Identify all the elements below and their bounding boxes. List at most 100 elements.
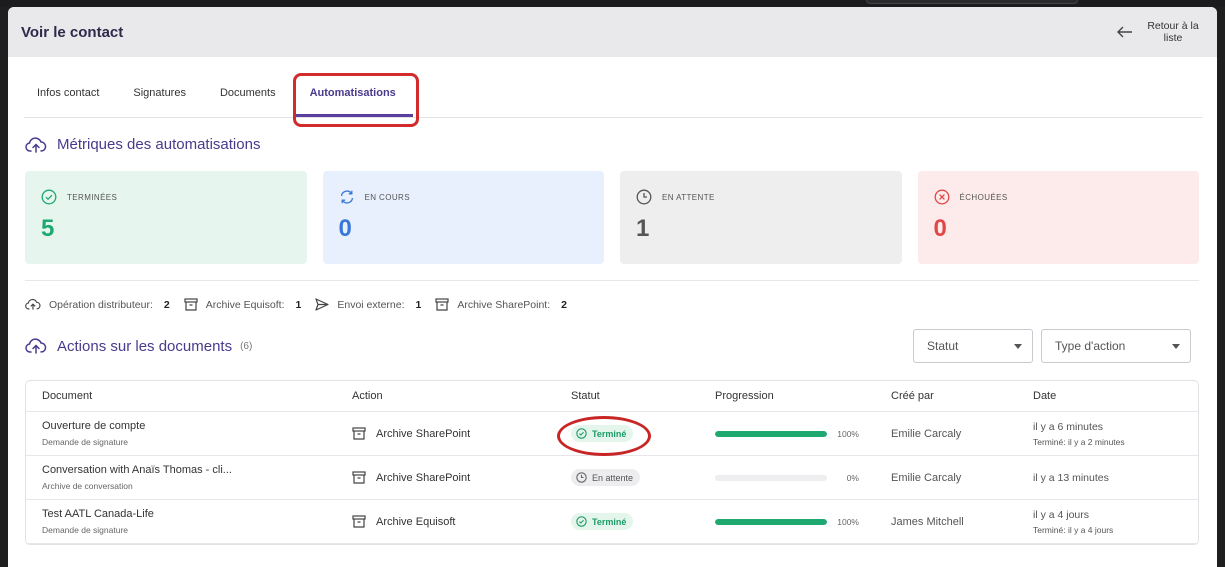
metric-card-pending: EN ATTENTE 1: [620, 171, 902, 264]
actions-section-title: Actions sur les documents (6): [25, 338, 252, 355]
col-header-progress[interactable]: Progression: [699, 390, 875, 402]
op-count: 2: [163, 298, 170, 311]
status-label: En attente: [592, 472, 634, 483]
op-label: Envoi externe:: [337, 298, 405, 311]
date: il y a 13 minutes: [1033, 471, 1109, 484]
metric-card-in-progress: EN COURS 0: [322, 171, 604, 264]
metric-label: EN COURS: [364, 192, 410, 202]
archive-icon: [352, 515, 366, 528]
divider: [25, 280, 1199, 281]
arrow-left-icon: [1117, 26, 1133, 38]
metric-label: TERMINÉES: [67, 192, 118, 202]
metrics-title: Métriques des automatisations: [57, 136, 261, 153]
progress-fill: [715, 518, 827, 525]
actions-count: (6): [240, 340, 253, 352]
tab-highlight-annotation: [293, 73, 419, 127]
action-type-filter-select[interactable]: Type d'action: [1041, 329, 1191, 363]
action-label: Archive Equisoft: [376, 515, 456, 528]
created-by: James Mitchell: [891, 515, 964, 528]
col-header-status[interactable]: Statut: [555, 390, 699, 402]
contact-window: Voir le contact Retour à la liste Infos …: [8, 7, 1217, 567]
archive-icon: [352, 427, 366, 440]
metric-value: 1: [636, 215, 650, 242]
back-label: Retour à la liste: [1147, 20, 1199, 44]
progress-label: 100%: [837, 516, 859, 527]
actions-header: Actions sur les documents (6) Statut Typ…: [8, 329, 1217, 363]
back-to-list-button[interactable]: Retour à la liste: [1117, 20, 1203, 44]
actions-title: Actions sur les documents: [57, 337, 233, 355]
status-badge: Terminé: [571, 513, 634, 530]
progress-label: 100%: [837, 428, 859, 439]
metrics-cards: TERMINÉES 5 EN COURS 0 EN ATTENTE 1 ÉCHO…: [25, 171, 1199, 264]
status-highlight-annotation: [557, 416, 651, 456]
metric-card-completed: TERMINÉES 5: [25, 171, 307, 264]
metric-value: 0: [338, 215, 352, 242]
archive-icon: [435, 298, 449, 311]
status-filter-value: Statut: [927, 339, 959, 353]
op-archive-equisoft: Archive Equisoft: 1: [184, 298, 302, 311]
doc-name: Conversation with Anaïs Thomas - cli...: [42, 464, 232, 476]
action-label: Archive SharePoint: [376, 471, 471, 484]
cloud-upload-icon: [25, 298, 41, 311]
cloud-upload-icon: [25, 136, 47, 153]
check-circle-icon: [41, 189, 57, 205]
date: il y a 4 jours: [1033, 508, 1090, 521]
op-label: Archive Equisoft:: [205, 298, 285, 311]
archive-icon: [352, 471, 366, 484]
archive-icon: [184, 298, 198, 311]
progress-label: 0%: [846, 472, 859, 483]
metric-value: 5: [41, 215, 55, 242]
metric-label: EN ATTENTE: [662, 192, 715, 202]
operations-summary: Opération distributeur: 2 Archive Equisof…: [25, 298, 1217, 311]
col-header-date[interactable]: Date: [1017, 390, 1198, 402]
send-icon: [315, 298, 329, 311]
filters: Statut Type d'action: [913, 329, 1191, 363]
doc-type: Demande de signature: [42, 525, 129, 535]
progress-bar: [715, 474, 827, 481]
status-filter-select[interactable]: Statut: [913, 329, 1033, 363]
clock-icon: [636, 189, 652, 205]
x-circle-icon: [934, 189, 950, 205]
col-header-created-by[interactable]: Créé par: [875, 390, 1017, 402]
date-completed: Terminé: il y a 4 jours: [1033, 524, 1114, 535]
doc-type: Archive de conversation: [42, 481, 133, 491]
op-distributor: Opération distributeur: 2: [25, 298, 170, 311]
progress-fill: [715, 430, 827, 437]
status-label: Terminé: [592, 516, 627, 527]
tab-signatures[interactable]: Signatures: [133, 57, 186, 117]
col-header-action[interactable]: Action: [336, 390, 555, 402]
tab-documents[interactable]: Documents: [220, 57, 276, 117]
doc-name: Test AATL Canada-Life: [42, 508, 154, 520]
op-archive-sharepoint: Archive SharePoint: 2: [435, 298, 567, 311]
op-count: 1: [415, 298, 422, 311]
op-external-send: Envoi externe: 1: [315, 298, 421, 311]
page-header: Voir le contact Retour à la liste: [8, 7, 1217, 57]
tab-infos-contact[interactable]: Infos contact: [37, 57, 99, 117]
table-header-row: Document Action Statut Progression Créé …: [26, 381, 1198, 412]
refresh-icon: [339, 189, 355, 205]
progress-bar: [715, 518, 827, 525]
table-row[interactable]: Conversation with Anaïs Thomas - cli... A…: [26, 456, 1198, 500]
action-type-filter-value: Type d'action: [1055, 339, 1126, 353]
status-badge: En attente: [571, 469, 641, 486]
cloud-upload-icon: [25, 338, 47, 354]
metrics-section-title: Métriques des automatisations: [25, 136, 1217, 153]
created-by: Emilie Carcaly: [891, 471, 962, 484]
op-count: 1: [295, 298, 302, 311]
browser-top-strip: [0, 0, 1225, 7]
chevron-down-icon: [1172, 343, 1180, 349]
table-row[interactable]: Test AATL Canada-Life Demande de signatur…: [26, 500, 1198, 544]
progress-bar: [715, 430, 827, 437]
col-header-document[interactable]: Document: [26, 390, 336, 402]
chevron-down-icon: [1014, 343, 1022, 349]
documents-table: Document Action Statut Progression Créé …: [25, 380, 1199, 545]
action-label: Archive SharePoint: [376, 427, 471, 440]
table-row[interactable]: Ouverture de compte Demande de signature …: [26, 412, 1198, 456]
page-title: Voir le contact: [21, 23, 124, 41]
tab-bar: Infos contact Signatures Documents Autom…: [24, 57, 1203, 127]
metric-label: ÉCHOUÉES: [959, 192, 1008, 202]
metric-value: 0: [933, 215, 947, 242]
created-by: Emilie Carcaly: [891, 427, 962, 440]
op-label: Opération distributeur:: [49, 298, 153, 311]
metric-card-failed: ÉCHOUÉES 0: [917, 171, 1199, 264]
